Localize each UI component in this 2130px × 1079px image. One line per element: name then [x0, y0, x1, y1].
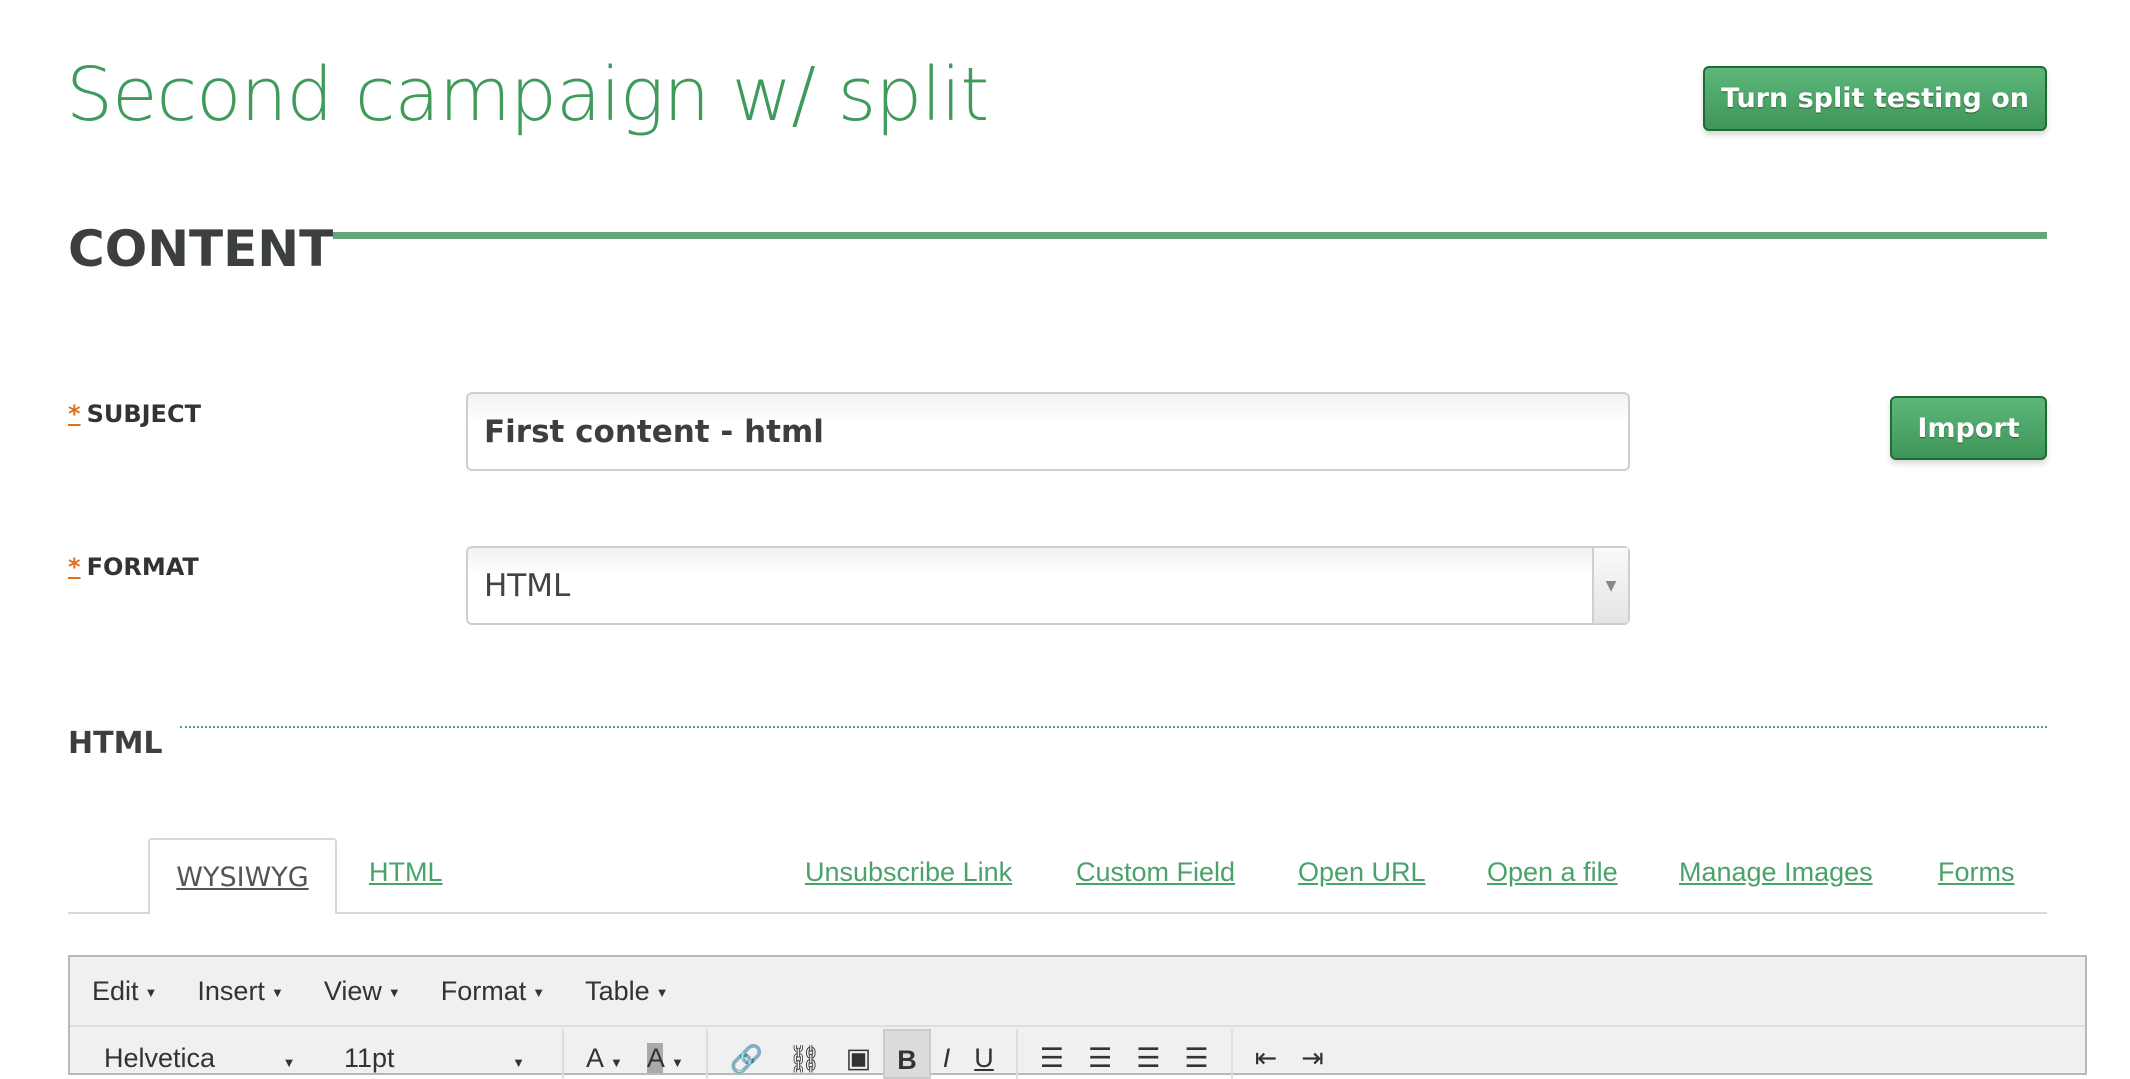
text-color-icon[interactable]: A ▼: [574, 1029, 635, 1079]
page-title: Second campaign w/ split: [66, 52, 989, 138]
subject-input[interactable]: First content - html: [466, 392, 1630, 471]
align-left-icon[interactable]: ☰: [1028, 1029, 1076, 1079]
image-icon[interactable]: ▣: [834, 1029, 884, 1079]
indent-icon[interactable]: ⇥: [1289, 1029, 1336, 1079]
format-value: HTML: [484, 567, 571, 604]
format-label: * FORMAT: [68, 553, 199, 581]
unsubscribe-link[interactable]: Unsubscribe Link: [805, 857, 1012, 888]
html-section-label: HTML: [68, 726, 163, 761]
menu-insert[interactable]: Insert ▼: [197, 976, 283, 1007]
section-heading: CONTENT: [68, 220, 334, 278]
align-right-icon[interactable]: ☰: [1124, 1029, 1172, 1079]
outdent-icon[interactable]: ⇤: [1243, 1029, 1290, 1079]
bold-icon[interactable]: B: [883, 1029, 931, 1079]
link-icon[interactable]: 🔗: [718, 1029, 776, 1079]
menu-table[interactable]: Table ▼: [585, 976, 668, 1007]
menu-view[interactable]: View ▼: [324, 976, 401, 1007]
import-button[interactable]: Import: [1890, 396, 2047, 460]
subject-label: * SUBJECT: [68, 400, 201, 428]
dotted-divider: [180, 726, 2047, 728]
rich-text-editor: Edit ▼ Insert ▼ View ▼ Format ▼ Table ▼ Helve…: [68, 955, 2087, 1079]
unlink-icon[interactable]: ⛓: [775, 1029, 833, 1079]
editor-toolbar: Helvetica ▼ 11pt ▼ A ▼ A ▼ 🔗 ⛓ ▣ B I U ☰…: [70, 1029, 2085, 1079]
tab-divider: [68, 912, 2047, 914]
format-select[interactable]: HTML ▼: [466, 546, 1630, 625]
font-size-select[interactable]: 11pt ▼: [332, 1029, 552, 1079]
split-testing-button[interactable]: Turn split testing on: [1703, 66, 2047, 131]
menu-format[interactable]: Format ▼: [441, 976, 545, 1007]
open-file-link[interactable]: Open a file: [1487, 857, 1618, 888]
tab-html[interactable]: HTML: [369, 857, 443, 888]
tab-wysiwyg[interactable]: WYSIWYG: [148, 838, 337, 914]
editor-menubar: Edit ▼ Insert ▼ View ▼ Format ▼ Table ▼: [70, 957, 2085, 1027]
required-marker: *: [68, 400, 81, 428]
italic-icon[interactable]: I: [931, 1029, 963, 1079]
underline-icon[interactable]: U: [962, 1029, 1006, 1079]
menu-edit[interactable]: Edit ▼: [92, 976, 157, 1007]
chevron-down-icon[interactable]: ▼: [1592, 548, 1628, 623]
open-url-link[interactable]: Open URL: [1298, 857, 1426, 888]
required-marker: *: [68, 553, 81, 581]
section-divider: [333, 232, 2047, 239]
align-justify-icon[interactable]: ☰: [1172, 1029, 1220, 1079]
forms-link[interactable]: Forms: [1938, 857, 2015, 888]
font-family-select[interactable]: Helvetica ▼: [92, 1029, 332, 1079]
label-text: FORMAT: [86, 553, 199, 581]
background-color-icon[interactable]: A ▼: [635, 1029, 696, 1079]
manage-images-link[interactable]: Manage Images: [1679, 857, 1873, 888]
custom-field-link[interactable]: Custom Field: [1076, 857, 1235, 888]
align-center-icon[interactable]: ☰: [1076, 1029, 1124, 1079]
label-text: SUBJECT: [86, 400, 201, 428]
